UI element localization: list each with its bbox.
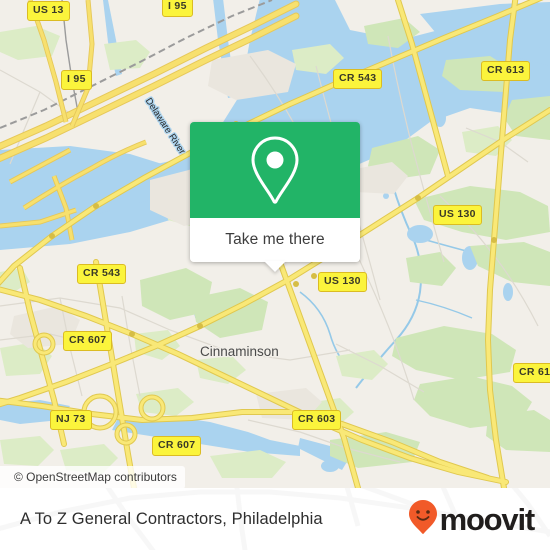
road-shield-cr-607-north[interactable]: CR 607 [63,331,113,351]
moovit-wordmark: moovit [439,501,536,537]
map-canvas[interactable]: Delaware River Cinnaminson US 13 I 95 I … [0,0,550,488]
popup-cta-area[interactable]: Take me there [190,218,360,272]
road-shield-i-95-top[interactable]: I 95 [162,0,193,17]
page-title: A To Z General Contractors, Philadelphia [20,509,323,528]
road-shield-cr-543-north[interactable]: CR 543 [333,69,383,89]
road-shield-us-130-west[interactable]: US 130 [318,272,367,292]
map-pin-icon [245,133,305,207]
osm-attribution[interactable]: © OpenStreetMap contributors [0,466,185,488]
take-me-there-label: Take me there [225,231,325,248]
footer-bar: A To Z General Contractors, Philadelphia… [0,488,550,550]
location-popup[interactable]: Take me there [190,122,360,272]
road-shield-us-13[interactable]: US 13 [27,1,70,21]
popup-pointer [264,261,286,272]
road-shield-cr-607-south[interactable]: CR 607 [152,436,202,456]
place-label-cinnaminson: Cinnaminson [200,344,279,359]
popup-pin-area [190,122,360,218]
road-shield-nj-73[interactable]: NJ 73 [50,410,92,430]
road-shield-cr-613-north[interactable]: CR 613 [481,61,531,81]
road-shield-cr-543-south[interactable]: CR 543 [77,264,127,284]
moovit-smiley-pin-icon [408,499,438,540]
map-screenshot: Delaware River Cinnaminson US 13 I 95 I … [0,0,550,550]
road-shield-i-95[interactable]: I 95 [61,70,92,90]
road-shield-cr-613-south[interactable]: CR 613 [513,363,550,383]
road-shield-cr-603[interactable]: CR 603 [292,410,342,430]
moovit-logo: moovit [408,499,536,540]
road-shield-us-130-east[interactable]: US 130 [433,205,482,225]
